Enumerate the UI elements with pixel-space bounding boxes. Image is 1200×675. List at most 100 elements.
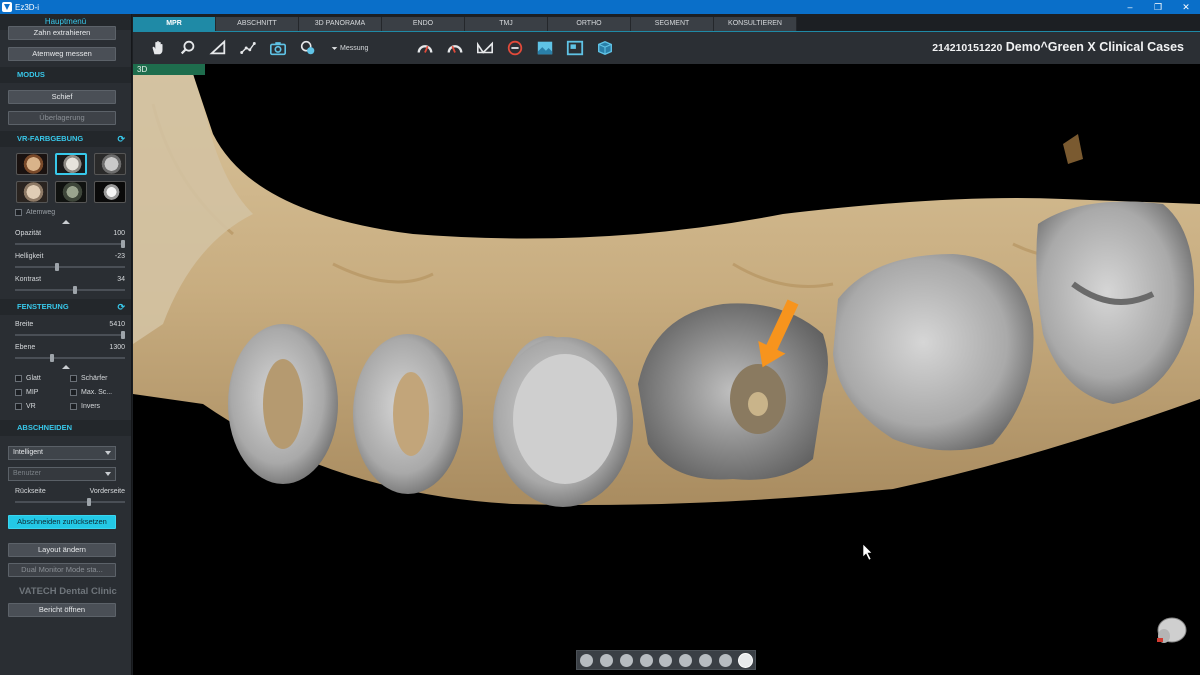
cube-tool[interactable] bbox=[594, 38, 616, 58]
brightness-value: -23 bbox=[114, 253, 125, 260]
maximize-button[interactable]: ❐ bbox=[1144, 0, 1172, 14]
tab-mpr[interactable]: MPR bbox=[133, 17, 216, 31]
clip-depth-thumb[interactable] bbox=[87, 498, 92, 506]
airway-option[interactable]: Atemweg bbox=[0, 203, 131, 216]
tab-endo[interactable]: ENDO bbox=[382, 17, 465, 31]
close-button[interactable]: ✕ bbox=[1172, 0, 1200, 14]
minimize-button[interactable]: ‒ bbox=[1116, 0, 1144, 14]
sharpen-option[interactable]: Schärfer bbox=[70, 375, 125, 382]
vr-preset-dark[interactable] bbox=[55, 181, 87, 203]
brightness-slider[interactable]: Helligkeit -23 bbox=[0, 247, 131, 271]
vr-preset-xray[interactable] bbox=[94, 181, 126, 203]
gauge-tool[interactable] bbox=[414, 38, 436, 58]
level-slider[interactable]: Ebene 1300 bbox=[0, 338, 131, 362]
tab-section[interactable]: ABSCHNITT bbox=[216, 17, 299, 31]
section-clipping: ABSCHNEIDEN bbox=[0, 420, 131, 436]
mouse-cursor-icon bbox=[862, 543, 873, 561]
angle-icon bbox=[209, 39, 226, 55]
polyline-tool[interactable] bbox=[237, 38, 259, 58]
vr-label: VR bbox=[26, 403, 36, 410]
contrast-value: 34 bbox=[117, 276, 125, 283]
face-left-icon[interactable] bbox=[619, 653, 633, 667]
capture-tool[interactable] bbox=[267, 38, 289, 58]
max-sc-checkbox[interactable] bbox=[70, 389, 77, 396]
record-tool[interactable] bbox=[297, 38, 319, 58]
width-label: Breite bbox=[15, 321, 34, 328]
orientation-head-icon[interactable] bbox=[1150, 612, 1190, 652]
vr-option[interactable]: VR bbox=[15, 403, 70, 410]
oblique-button[interactable]: Schief bbox=[8, 90, 116, 104]
sharpen-checkbox[interactable] bbox=[70, 375, 77, 382]
angle-tool[interactable] bbox=[207, 38, 229, 58]
level-thumb[interactable] bbox=[49, 354, 54, 362]
vr-preset-bone[interactable] bbox=[55, 153, 87, 175]
clip-depth-slider[interactable]: Rückseite Vorderseite bbox=[0, 483, 131, 506]
clip-mode-select[interactable]: Intelligent bbox=[8, 446, 116, 460]
layout-tool[interactable] bbox=[564, 38, 586, 58]
chevron-down-icon bbox=[331, 46, 338, 50]
contrast-label: Kontrast bbox=[15, 276, 42, 283]
width-value: 5410 bbox=[109, 321, 125, 328]
extract-tooth-button[interactable]: Zahn extrahieren bbox=[8, 26, 116, 40]
face-top-icon[interactable] bbox=[639, 653, 653, 667]
gauge-alt-tool[interactable] bbox=[444, 38, 466, 58]
opacity-slider[interactable]: Opazität 100 bbox=[0, 224, 131, 248]
face-right-icon[interactable] bbox=[600, 653, 614, 667]
measure-dropdown[interactable]: Messung bbox=[331, 38, 368, 58]
vr-preset-grid bbox=[0, 147, 131, 203]
mip-label: MIP bbox=[26, 389, 39, 396]
level-value: 1300 bbox=[109, 344, 125, 351]
dual-monitor-button[interactable]: Dual Monitor Mode sta... bbox=[8, 563, 116, 577]
face-bottom-icon[interactable] bbox=[659, 653, 673, 667]
camera-icon bbox=[269, 42, 287, 56]
case-id: 214210151220 bbox=[932, 42, 1003, 54]
hand-tool[interactable] bbox=[147, 38, 169, 58]
face-back-icon[interactable] bbox=[679, 653, 693, 667]
image-tool[interactable] bbox=[534, 38, 556, 58]
measure-airway-button[interactable]: Atemweg messen bbox=[8, 47, 116, 61]
reset-clipping-button[interactable]: Abschneiden zurücksetzen bbox=[8, 515, 116, 529]
invert-checkbox[interactable] bbox=[70, 403, 77, 410]
face-side-icon[interactable] bbox=[698, 653, 712, 667]
mip-option[interactable]: MIP bbox=[15, 389, 70, 396]
contrast-slider[interactable]: Kontrast 34 bbox=[0, 270, 131, 294]
width-slider[interactable]: Breite 5410 bbox=[0, 315, 131, 339]
open-report-button[interactable]: Bericht öffnen bbox=[8, 603, 116, 617]
no-entry-tool[interactable] bbox=[504, 38, 526, 58]
vr-preset-gray[interactable] bbox=[94, 153, 126, 175]
tab-segment[interactable]: SEGMENT bbox=[631, 17, 714, 31]
vr-checkbox[interactable] bbox=[15, 403, 22, 410]
invert-option[interactable]: Invers bbox=[70, 403, 125, 410]
face-iso-icon[interactable] bbox=[718, 653, 732, 667]
max-sc-option[interactable]: Max. Sc... bbox=[70, 389, 125, 396]
refresh-icon[interactable]: ⟳ bbox=[117, 299, 125, 315]
measure-label: Messung bbox=[340, 44, 369, 52]
refresh-icon[interactable]: ⟳ bbox=[117, 131, 125, 147]
3d-viewport[interactable]: 3D bbox=[133, 64, 1200, 675]
face-front-icon[interactable] bbox=[580, 653, 594, 667]
vr-preset-soft[interactable] bbox=[16, 181, 48, 203]
width-thumb[interactable] bbox=[121, 331, 125, 339]
brightness-thumb[interactable] bbox=[55, 263, 60, 271]
change-layout-button[interactable]: Layout ändern bbox=[8, 543, 116, 557]
smooth-checkbox[interactable] bbox=[15, 375, 22, 382]
face-reset-icon[interactable] bbox=[738, 653, 752, 667]
zoom-tool[interactable] bbox=[177, 38, 199, 58]
tab-ortho[interactable]: ORTHO bbox=[548, 17, 631, 31]
opacity-thumb[interactable] bbox=[121, 240, 125, 248]
tab-3d-panorama[interactable]: 3D PANORAMA bbox=[299, 17, 382, 31]
prep-canal bbox=[748, 392, 768, 416]
clip-user-select[interactable]: Benutzer bbox=[8, 467, 116, 481]
vr-preset-skin[interactable] bbox=[16, 153, 48, 175]
nerve-tool[interactable] bbox=[474, 38, 496, 58]
mip-checkbox[interactable] bbox=[15, 389, 22, 396]
image-icon bbox=[538, 41, 553, 55]
airway-checkbox[interactable] bbox=[15, 209, 22, 216]
smooth-option[interactable]: Glatt bbox=[15, 375, 70, 382]
overlay-button[interactable]: Überlagerung bbox=[8, 111, 116, 125]
tab-consult[interactable]: KONSULTIEREN bbox=[714, 17, 797, 31]
layout-icon bbox=[567, 40, 584, 56]
orientation-toolbar bbox=[576, 650, 756, 670]
contrast-thumb[interactable] bbox=[73, 286, 78, 294]
tab-tmj[interactable]: TMJ bbox=[465, 17, 548, 31]
